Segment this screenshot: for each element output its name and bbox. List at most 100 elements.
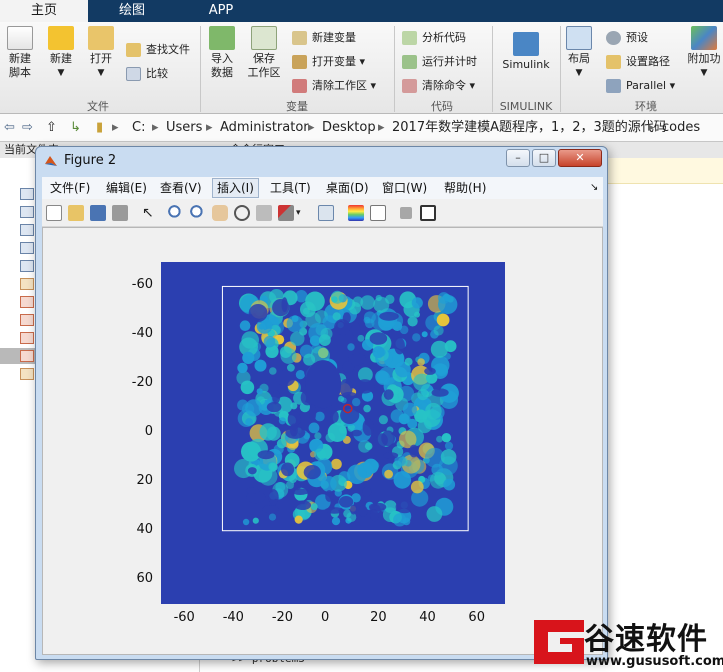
y-tick-label: -40 bbox=[131, 326, 153, 342]
layout-button[interactable]: 布局 ▼ bbox=[562, 26, 596, 80]
new-variable-button[interactable]: 新建变量 bbox=[292, 28, 356, 48]
new-button[interactable]: 新建 ▼ bbox=[44, 26, 78, 80]
heatmap-hole bbox=[289, 423, 298, 437]
new-variable-label: 新建变量 bbox=[312, 31, 356, 44]
heatmap-hole bbox=[375, 433, 388, 448]
forward-arrow-icon[interactable]: ⇨ bbox=[22, 114, 33, 142]
path-segment[interactable]: 2017年数学建模A题程序，1，2，3题的源代码 bbox=[392, 114, 667, 142]
compare-button[interactable]: 比较 bbox=[126, 64, 168, 84]
run-and-time-button[interactable]: 运行并计时 bbox=[402, 52, 477, 72]
figure-file-icon[interactable] bbox=[20, 350, 34, 362]
browse-icon[interactable]: ↳ bbox=[70, 114, 81, 142]
figure-window[interactable]: Figure 2 – □ ✕ 文件(F) 编辑(E) 查看(V) 插入(I) 工… bbox=[35, 146, 608, 660]
file-icon[interactable] bbox=[20, 242, 34, 254]
path-segment[interactable]: Administrator bbox=[220, 114, 309, 142]
heatmap-cell bbox=[421, 331, 428, 338]
menu-help[interactable]: 帮助(H) bbox=[444, 177, 486, 199]
heatmap-cell bbox=[399, 325, 409, 335]
zoom-out-icon[interactable] bbox=[190, 205, 206, 221]
print-icon[interactable] bbox=[112, 205, 128, 221]
path-segment[interactable]: C: bbox=[132, 114, 145, 142]
menu-file[interactable]: 文件(F) bbox=[50, 177, 90, 199]
heatmap-hole bbox=[303, 465, 321, 480]
legend-icon[interactable] bbox=[370, 205, 386, 221]
import-label: 导入 数据 bbox=[211, 52, 233, 79]
save-workspace-button[interactable]: 保存 工作区 bbox=[244, 26, 284, 80]
clear-workspace-button[interactable]: 清除工作区 ▾ bbox=[292, 76, 376, 96]
maximize-button[interactable]: □ bbox=[532, 149, 556, 167]
figure-file-icon[interactable] bbox=[20, 314, 34, 326]
figure-file-icon[interactable] bbox=[20, 296, 34, 308]
heatmap-cell bbox=[286, 315, 304, 333]
pointer-icon[interactable]: ↖ bbox=[142, 205, 158, 221]
menu-insert[interactable]: 插入(I) bbox=[212, 178, 259, 198]
new-figure-icon[interactable] bbox=[46, 205, 62, 221]
brush-icon[interactable] bbox=[278, 205, 294, 221]
clear-workspace-icon bbox=[292, 79, 307, 93]
heatmap-hole bbox=[370, 509, 379, 522]
zoom-in-icon[interactable] bbox=[168, 205, 184, 221]
hide-plot-tools-icon[interactable] bbox=[400, 207, 412, 219]
rotate-3d-icon[interactable] bbox=[234, 205, 250, 221]
code-group-label: 代码 bbox=[431, 100, 453, 113]
heatmap-cell bbox=[417, 419, 432, 434]
set-path-button[interactable]: 设置路径 bbox=[606, 52, 670, 72]
analyze-code-button[interactable]: 分析代码 bbox=[402, 28, 466, 48]
heatmap-hole bbox=[394, 337, 405, 355]
save-icon[interactable] bbox=[90, 205, 106, 221]
parallel-button[interactable]: Parallel ▾ bbox=[606, 76, 675, 96]
path-segment[interactable]: Users bbox=[166, 114, 202, 142]
heatmap-cell bbox=[276, 438, 287, 449]
menu-edit[interactable]: 编辑(E) bbox=[106, 177, 147, 199]
heatmap-cell bbox=[331, 458, 342, 470]
new-script-button[interactable]: 新建 脚本 bbox=[2, 26, 38, 80]
show-plot-tools-icon[interactable] bbox=[420, 205, 436, 221]
open-button[interactable]: 打开 ▼ bbox=[84, 26, 118, 80]
figure-file-icon[interactable] bbox=[20, 332, 34, 344]
tab-plots[interactable]: 绘图 bbox=[96, 0, 168, 22]
file-icon[interactable] bbox=[20, 260, 34, 272]
simulink-group-label: SIMULINK bbox=[499, 100, 553, 113]
brush-dropdown-icon[interactable]: ▾ bbox=[296, 205, 304, 221]
minimize-button[interactable]: – bbox=[506, 149, 530, 167]
open-variable-button[interactable]: 打开变量 ▾ bbox=[292, 52, 365, 72]
menu-window[interactable]: 窗口(W) bbox=[382, 177, 427, 199]
menu-dock-arrow[interactable]: ↘ bbox=[590, 177, 598, 199]
link-plot-icon[interactable] bbox=[318, 205, 334, 221]
colorbar-icon[interactable] bbox=[348, 205, 364, 221]
path-segment[interactable]: codes bbox=[662, 114, 700, 142]
tab-apps[interactable]: APP bbox=[185, 0, 257, 22]
folder-up-icon[interactable]: ⇧ bbox=[46, 114, 57, 142]
preferences-button[interactable]: 预设 bbox=[606, 28, 648, 48]
function-file-icon[interactable] bbox=[20, 368, 34, 380]
heatmap-hole bbox=[281, 462, 295, 477]
simulink-button[interactable]: Simulink bbox=[498, 26, 554, 72]
function-file-icon[interactable] bbox=[20, 278, 34, 290]
heatmap-hole bbox=[369, 332, 388, 345]
menu-view[interactable]: 查看(V) bbox=[160, 177, 202, 199]
heatmap-plot[interactable] bbox=[161, 262, 505, 604]
heatmap-hole bbox=[275, 370, 296, 387]
menu-tools[interactable]: 工具(T) bbox=[270, 177, 311, 199]
heatmap-hole bbox=[338, 496, 354, 508]
close-button[interactable]: ✕ bbox=[558, 149, 602, 167]
data-cursor-icon[interactable] bbox=[256, 205, 272, 221]
back-arrow-icon[interactable]: ⇦ bbox=[4, 114, 15, 142]
heatmap-cell bbox=[332, 312, 341, 321]
file-icon[interactable] bbox=[20, 188, 34, 200]
file-icon[interactable] bbox=[20, 206, 34, 218]
find-files-label: 查找文件 bbox=[146, 43, 190, 56]
addons-button[interactable]: 附加功 ▼ bbox=[684, 26, 723, 80]
x-tick-label: 60 bbox=[468, 610, 485, 625]
heatmap-cell bbox=[310, 503, 318, 511]
tab-home[interactable]: 主页 bbox=[0, 0, 88, 22]
path-segment[interactable]: Desktop bbox=[322, 114, 376, 142]
menu-desktop[interactable]: 桌面(D) bbox=[326, 177, 369, 199]
import-data-button[interactable]: 导入 数据 bbox=[204, 26, 240, 80]
file-icon[interactable] bbox=[20, 224, 34, 236]
open-file-icon[interactable] bbox=[68, 205, 84, 221]
find-files-button[interactable]: 查找文件 bbox=[126, 40, 190, 60]
pan-hand-icon[interactable] bbox=[212, 205, 228, 221]
clear-commands-button[interactable]: 清除命令 ▾ bbox=[402, 76, 475, 96]
find-files-icon bbox=[126, 43, 141, 57]
